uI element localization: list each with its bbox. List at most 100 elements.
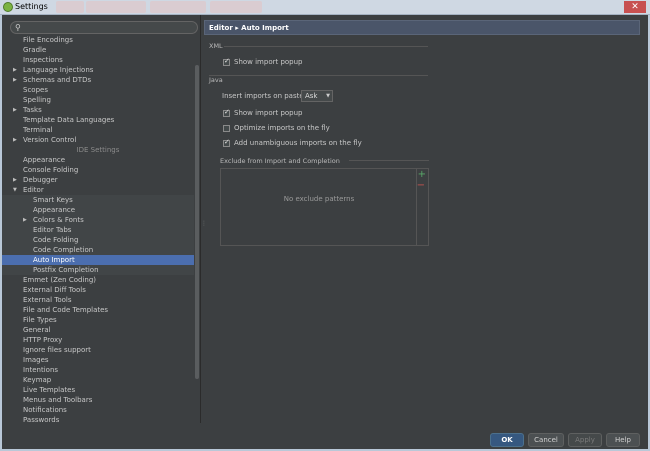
- tree-item-label: Editor: [23, 186, 44, 194]
- tree-item[interactable]: Notifications: [2, 405, 194, 415]
- chevron-right-icon[interactable]: ▶: [13, 105, 17, 115]
- tree-item[interactable]: Code Folding: [2, 235, 194, 245]
- tree-item[interactable]: Emmet (Zen Coding): [2, 275, 194, 285]
- xml-show-import-popup[interactable]: Show import popup: [223, 57, 303, 67]
- window-title: Settings: [15, 2, 48, 11]
- tree-item[interactable]: Scopes: [2, 85, 194, 95]
- add-unambiguous-imports[interactable]: Add unambiguous imports on the fly: [223, 138, 362, 148]
- tree-item[interactable]: Terminal: [2, 125, 194, 135]
- sidebar-scrollbar[interactable]: [195, 65, 199, 379]
- help-button[interactable]: Help: [606, 433, 640, 447]
- cancel-button[interactable]: Cancel: [528, 433, 564, 447]
- chevron-right-icon[interactable]: ▶: [13, 135, 17, 145]
- remove-icon[interactable]: −: [417, 180, 425, 191]
- tree-item[interactable]: Code Completion: [2, 245, 194, 255]
- dialog-buttons: OK Cancel Apply Help: [2, 423, 648, 449]
- tree-item[interactable]: Auto Import: [2, 255, 194, 265]
- tree-item-label: File Encodings: [23, 36, 73, 44]
- tree-item[interactable]: HTTP Proxy: [2, 335, 194, 345]
- add-icon[interactable]: +: [418, 169, 426, 180]
- tree-item[interactable]: External Diff Tools: [2, 285, 194, 295]
- tree-item-label: General: [23, 326, 51, 334]
- tree-item-label: Colors & Fonts: [33, 216, 84, 224]
- tree-item[interactable]: ▶ Colors & Fonts: [2, 215, 194, 225]
- tree-item[interactable]: ▶ Language Injections: [2, 65, 194, 75]
- optimize-imports-on-fly[interactable]: Optimize imports on the fly: [223, 123, 330, 133]
- checkbox[interactable]: [223, 108, 230, 117]
- tree-item-label: Smart Keys: [33, 196, 73, 204]
- tree-item-label: Code Completion: [33, 246, 94, 254]
- tree-item-label: Notifications: [23, 406, 67, 414]
- chevron-right-icon[interactable]: ▶: [13, 75, 17, 85]
- tree-section-header: IDE Settings: [2, 145, 194, 155]
- tree-item[interactable]: ▶ Debugger: [2, 175, 194, 185]
- tree-item-label: Ignore files support: [23, 346, 91, 354]
- tree-item[interactable]: Gradle: [2, 45, 194, 55]
- exclude-list[interactable]: No exclude patterns + −: [220, 168, 429, 246]
- java-show-import-popup[interactable]: Show import popup: [223, 108, 303, 118]
- checkbox[interactable]: [223, 57, 230, 66]
- tree-item[interactable]: Keymap: [2, 375, 194, 385]
- tree-item[interactable]: Editor Tabs: [2, 225, 194, 235]
- search-input[interactable]: ⚲: [10, 21, 198, 34]
- tree-item[interactable]: Menus and Toolbars: [2, 395, 194, 405]
- insert-imports-select[interactable]: Ask ▼: [301, 90, 333, 102]
- chevron-right-icon[interactable]: ▶: [23, 215, 27, 225]
- tree-item[interactable]: Images: [2, 355, 194, 365]
- tree-item-label: External Diff Tools: [23, 286, 86, 294]
- chevron-right-icon[interactable]: ▶: [13, 65, 17, 75]
- tree-item-label: IDE Settings: [76, 146, 120, 154]
- chevron-right-icon[interactable]: ▶: [13, 175, 17, 185]
- tree-item[interactable]: Appearance: [2, 155, 194, 165]
- close-icon[interactable]: ✕: [624, 1, 646, 13]
- tree-item[interactable]: Template Data Languages: [2, 115, 194, 125]
- ok-button[interactable]: OK: [490, 433, 524, 447]
- settings-sidebar: ⚲ File Encodings Gradle Inspections ▶ Langua…: [2, 15, 200, 424]
- tree-item-label: Gradle: [23, 46, 47, 54]
- tree-item[interactable]: Spelling: [2, 95, 194, 105]
- tree-item[interactable]: File Encodings: [2, 35, 194, 45]
- tree-item-label: Schemas and DTDs: [23, 76, 92, 84]
- tree-item[interactable]: ▶ Version Control: [2, 135, 194, 145]
- tree-item-label: Intentions: [23, 366, 59, 374]
- tree-item[interactable]: Ignore files support: [2, 345, 194, 355]
- exclude-empty-text: No exclude patterns: [283, 195, 355, 203]
- tree-item-label: Inspections: [23, 56, 63, 64]
- divider: [224, 46, 428, 47]
- tree-item-label: Appearance: [33, 206, 76, 214]
- tree-item-label: HTTP Proxy: [23, 336, 63, 344]
- exclude-toolbar: + −: [416, 169, 428, 245]
- section-xml: XML: [209, 42, 223, 50]
- checkbox[interactable]: [223, 124, 230, 132]
- insert-imports-label: Insert imports on paste:: [222, 92, 307, 100]
- tree-item-label: Postfix Completion: [33, 266, 99, 274]
- tree-item[interactable]: Intentions: [2, 365, 194, 375]
- tree-item[interactable]: ▶ Tasks: [2, 105, 194, 115]
- title-bar: Settings ✕: [0, 0, 650, 15]
- tree-item[interactable]: Inspections: [2, 55, 194, 65]
- tree-item[interactable]: File and Code Templates: [2, 305, 194, 315]
- background-tab-ghost: [210, 1, 262, 13]
- tree-item[interactable]: General: [2, 325, 194, 335]
- tree-item-label: Emmet (Zen Coding): [23, 276, 97, 284]
- tree-item[interactable]: ▼ Editor: [2, 185, 194, 195]
- tree-item[interactable]: File Types: [2, 315, 194, 325]
- tree-item[interactable]: Appearance: [2, 205, 194, 215]
- page-title: Editor ▸ Auto Import: [209, 24, 289, 32]
- tree-item[interactable]: Live Templates: [2, 385, 194, 395]
- panel-splitter[interactable]: ⋮: [200, 15, 207, 423]
- tree-item[interactable]: External Tools: [2, 295, 194, 305]
- tree-item-label: Console Folding: [23, 166, 79, 174]
- tree-item-label: Terminal: [23, 126, 53, 134]
- tree-item[interactable]: Smart Keys: [2, 195, 194, 205]
- checkbox[interactable]: [223, 138, 230, 147]
- chevron-down-icon[interactable]: ▼: [13, 185, 17, 195]
- tree-item[interactable]: Postfix Completion: [2, 265, 194, 275]
- apply-button[interactable]: Apply: [568, 433, 602, 447]
- tree-item[interactable]: Console Folding: [2, 165, 194, 175]
- tree-item[interactable]: ▶ Schemas and DTDs: [2, 75, 194, 85]
- divider: [209, 75, 428, 76]
- app-icon: [3, 2, 13, 12]
- background-tab-ghost: [56, 1, 84, 13]
- insert-imports-value: Ask: [305, 92, 318, 100]
